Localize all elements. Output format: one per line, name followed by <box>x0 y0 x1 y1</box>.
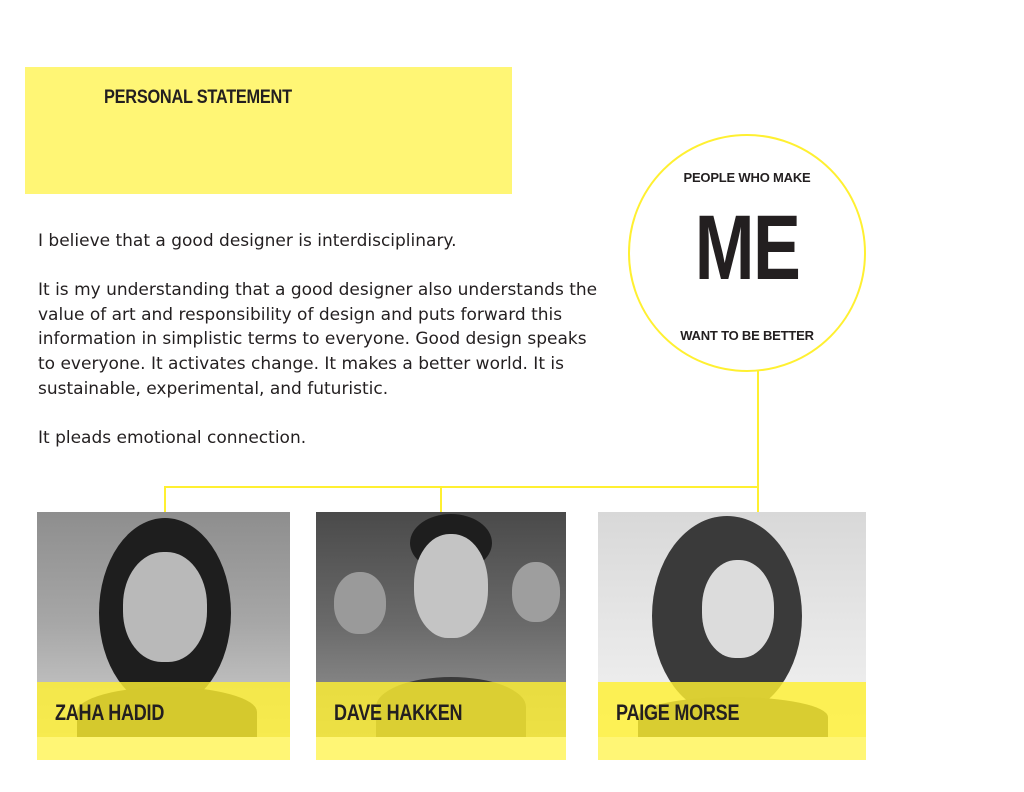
connector-drop-1 <box>164 486 166 512</box>
statement-paragraph-2: It is my understanding that a good desig… <box>38 280 598 399</box>
person-card: DAVE HAKKEN <box>316 512 566 760</box>
person-name: DAVE HAKKEN <box>334 700 463 725</box>
connector-vertical-main <box>757 370 759 512</box>
circle-bottom-label: WANT TO BE BETTER <box>680 328 814 343</box>
statement-paragraph-1: I believe that a good designer is interd… <box>38 231 457 251</box>
person-name: PAIGE MORSE <box>616 700 740 725</box>
person-card: ZAHA HADID <box>37 512 290 760</box>
people-who-make-me-circle: PEOPLE WHO MAKE ME WANT TO BE BETTER <box>628 134 866 372</box>
header-banner: PERSONAL STATEMENT <box>25 67 512 194</box>
circle-big-text: ME <box>694 197 801 299</box>
connector-drop-2 <box>440 486 442 512</box>
connector-horizontal <box>164 486 759 488</box>
person-name: ZAHA HADID <box>55 700 165 725</box>
person-card: PAIGE MORSE <box>598 512 866 760</box>
personal-statement: I believe that a good designer is interd… <box>38 229 598 475</box>
circle-top-label: PEOPLE WHO MAKE <box>683 170 811 185</box>
statement-paragraph-3: It pleads emotional connection. <box>38 427 307 448</box>
page-title: PERSONAL STATEMENT <box>104 87 292 108</box>
